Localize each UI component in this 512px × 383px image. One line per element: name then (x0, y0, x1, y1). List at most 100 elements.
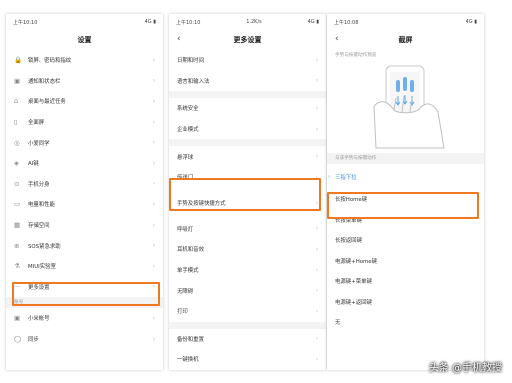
more-settings-item[interactable]: 日期和时间 › (169, 50, 326, 71)
watermark: 头条 @手机教授 (428, 363, 502, 374)
chevron-right-icon: › (152, 180, 155, 188)
status-time: 上午10:08 (334, 19, 359, 26)
settings-item-label: 通知和状态栏 (28, 78, 61, 85)
fullscreen-icon: ▯ (14, 118, 18, 127)
more-settings-item[interactable]: 打印 › (169, 301, 326, 322)
sync-icon: ◯ (14, 335, 22, 344)
more-settings-item[interactable]: 备份和重置 › (169, 329, 326, 350)
settings-item[interactable]: ◈ AI键 › (6, 153, 163, 174)
more-settings-item[interactable]: 语言和输入法 › (169, 71, 326, 92)
screenshot-option[interactable]: 无 (327, 312, 484, 333)
account-item-label: 同步 (28, 337, 39, 344)
status-bar: 上午10:10 1.2K/s 4G ▮ (169, 14, 326, 30)
more-settings-item[interactable]: 单手模式 › (169, 260, 326, 281)
more-settings-item-label: 悬浮球 (177, 154, 194, 161)
more-settings-item-label: 日期和时间 (177, 58, 204, 65)
chevron-right-icon: › (315, 104, 318, 112)
settings-item[interactable]: ▣ 通知和状态栏 › (6, 71, 163, 92)
chevron-right-icon: › (315, 266, 318, 274)
screenshot-option[interactable]: 长按返回键 (327, 230, 484, 251)
settings-item-label: 存储空间 (28, 223, 50, 230)
status-time: 上午10:10 (176, 19, 201, 26)
more-settings-item-label: 备份和重置 (177, 336, 204, 343)
chevron-right-icon: › (152, 314, 155, 322)
settings-item[interactable]: ▯ 全面屏 › (6, 112, 163, 133)
more-settings-item[interactable]: 呼吸灯 › (169, 219, 326, 240)
settings-item[interactable]: ◎ 小爱同学 › (6, 132, 163, 153)
screenshot-option-label: 长按返回键 (335, 238, 362, 245)
chevron-right-icon: › (152, 77, 155, 85)
more-settings-item[interactable]: 悬浮球 › (169, 146, 326, 167)
settings-item[interactable]: ⌂ 桌面与最近任务 › (6, 91, 163, 112)
more-settings-item[interactable]: 企业模式 › (169, 119, 326, 140)
three-finger-swipe-icon (373, 65, 445, 149)
chevron-right-icon: › (315, 77, 318, 85)
more-settings-screen: 上午10:10 1.2K/s 4G ▮ ‹ 更多设置 日期和时间 › 语言和输入法 ›… (169, 14, 326, 370)
screenshot-option[interactable]: 电源键+Home键 (327, 251, 484, 272)
status-time: 上午10:10 (13, 19, 38, 26)
more-settings-item[interactable]: 耳机和音效 › (169, 239, 326, 260)
settings-item[interactable]: ⚗ MIUI实验室 › (6, 256, 163, 277)
more-settings-item-label: 打印 (177, 309, 188, 316)
more-settings-item[interactable]: 无障碍 › (169, 280, 326, 301)
settings-item-label: 桌面与最近任务 (28, 99, 66, 106)
more-settings-item[interactable]: 一键换机 › (169, 349, 326, 370)
screenshot-option[interactable]: › 三指下拉 (327, 164, 484, 189)
screenshot-option[interactable]: 电源键+返回键 (327, 292, 484, 313)
chevron-right-icon: › (152, 200, 155, 208)
chevron-right-icon: › (315, 245, 318, 253)
status-speed: 1.2K/s (246, 19, 262, 25)
chevron-right-icon: › (315, 153, 318, 161)
page-title: 设置 (77, 36, 92, 44)
more-settings-item-label: 企业模式 (177, 127, 199, 134)
chevron-right-icon: › (152, 118, 155, 126)
ai-key-icon: ◈ (14, 159, 19, 168)
settings-item-label: 全面屏 (28, 120, 45, 127)
chevron-right-icon: › (315, 225, 318, 233)
selected-check-icon: › (328, 173, 330, 180)
chevron-right-icon: › (152, 139, 155, 147)
section-header-actions: 与该手势与按键动作 (327, 153, 484, 164)
title-bar: 设置 (6, 30, 163, 50)
account-item[interactable]: ▣ 小米帐号 › (6, 308, 163, 329)
chevron-right-icon: › (315, 335, 318, 343)
settings-screen: 上午10:10 4G ▮ 设置 🔒 锁屏、密码和指纹 › ▣ 通知和状态栏 › ⌂ 桌面与最近… (6, 14, 163, 370)
more-settings-item[interactable]: 系统安全 › (169, 98, 326, 119)
more-settings-item-label: 系统安全 (177, 106, 199, 113)
screenshot-option-label: 电源键+菜单键 (335, 279, 372, 286)
screenshot-option-label: 无 (335, 320, 341, 327)
settings-item[interactable]: ⊕ SOS紧急求助 › (6, 235, 163, 256)
battery-icon: ▭ (14, 200, 21, 209)
chevron-right-icon: › (152, 242, 155, 250)
settings-item-label: MIUI实验室 (28, 264, 56, 271)
gesture-illustration (327, 61, 484, 153)
settings-item[interactable]: ▭ 电量和性能 › (6, 194, 163, 215)
status-indicators: 4G ▮ (465, 19, 477, 25)
settings-item[interactable]: 🔒 锁屏、密码和指纹 › (6, 50, 163, 71)
chevron-right-icon: › (315, 287, 318, 295)
more-settings-item-label: 语言和输入法 (177, 78, 210, 85)
sos-icon: ⊕ (14, 241, 20, 250)
chevron-right-icon: › (315, 355, 318, 363)
settings-item[interactable]: ⊙ 手机分身 › (6, 174, 163, 195)
storage-icon: ▦ (14, 221, 21, 230)
page-title: 截屏 (398, 36, 413, 44)
back-icon[interactable]: ‹ (177, 34, 181, 44)
chevron-right-icon: › (315, 56, 318, 64)
group-separator (169, 139, 326, 147)
chevron-right-icon: › (315, 125, 318, 133)
chevron-right-icon: › (152, 335, 155, 343)
settings-item-label: 手机分身 (28, 181, 50, 188)
screenshot-option[interactable]: 电源键+菜单键 (327, 271, 484, 292)
chevron-right-icon: › (152, 56, 155, 64)
status-bar: 上午10:08 4G ▮ (327, 14, 484, 30)
more-settings-item-label: 单手模式 (177, 268, 199, 275)
status-indicators: 4G ▮ (144, 19, 156, 25)
title-bar: ‹ 截屏 (327, 30, 484, 50)
account-item[interactable]: ◯ 同步 › (6, 329, 163, 350)
settings-item-label: 小爱同学 (28, 140, 50, 147)
back-icon[interactable]: ‹ (335, 34, 339, 44)
lab-icon: ⚗ (14, 262, 20, 271)
settings-item[interactable]: ▦ 存储空间 › (6, 215, 163, 236)
highlight-box-gestures (169, 178, 321, 211)
